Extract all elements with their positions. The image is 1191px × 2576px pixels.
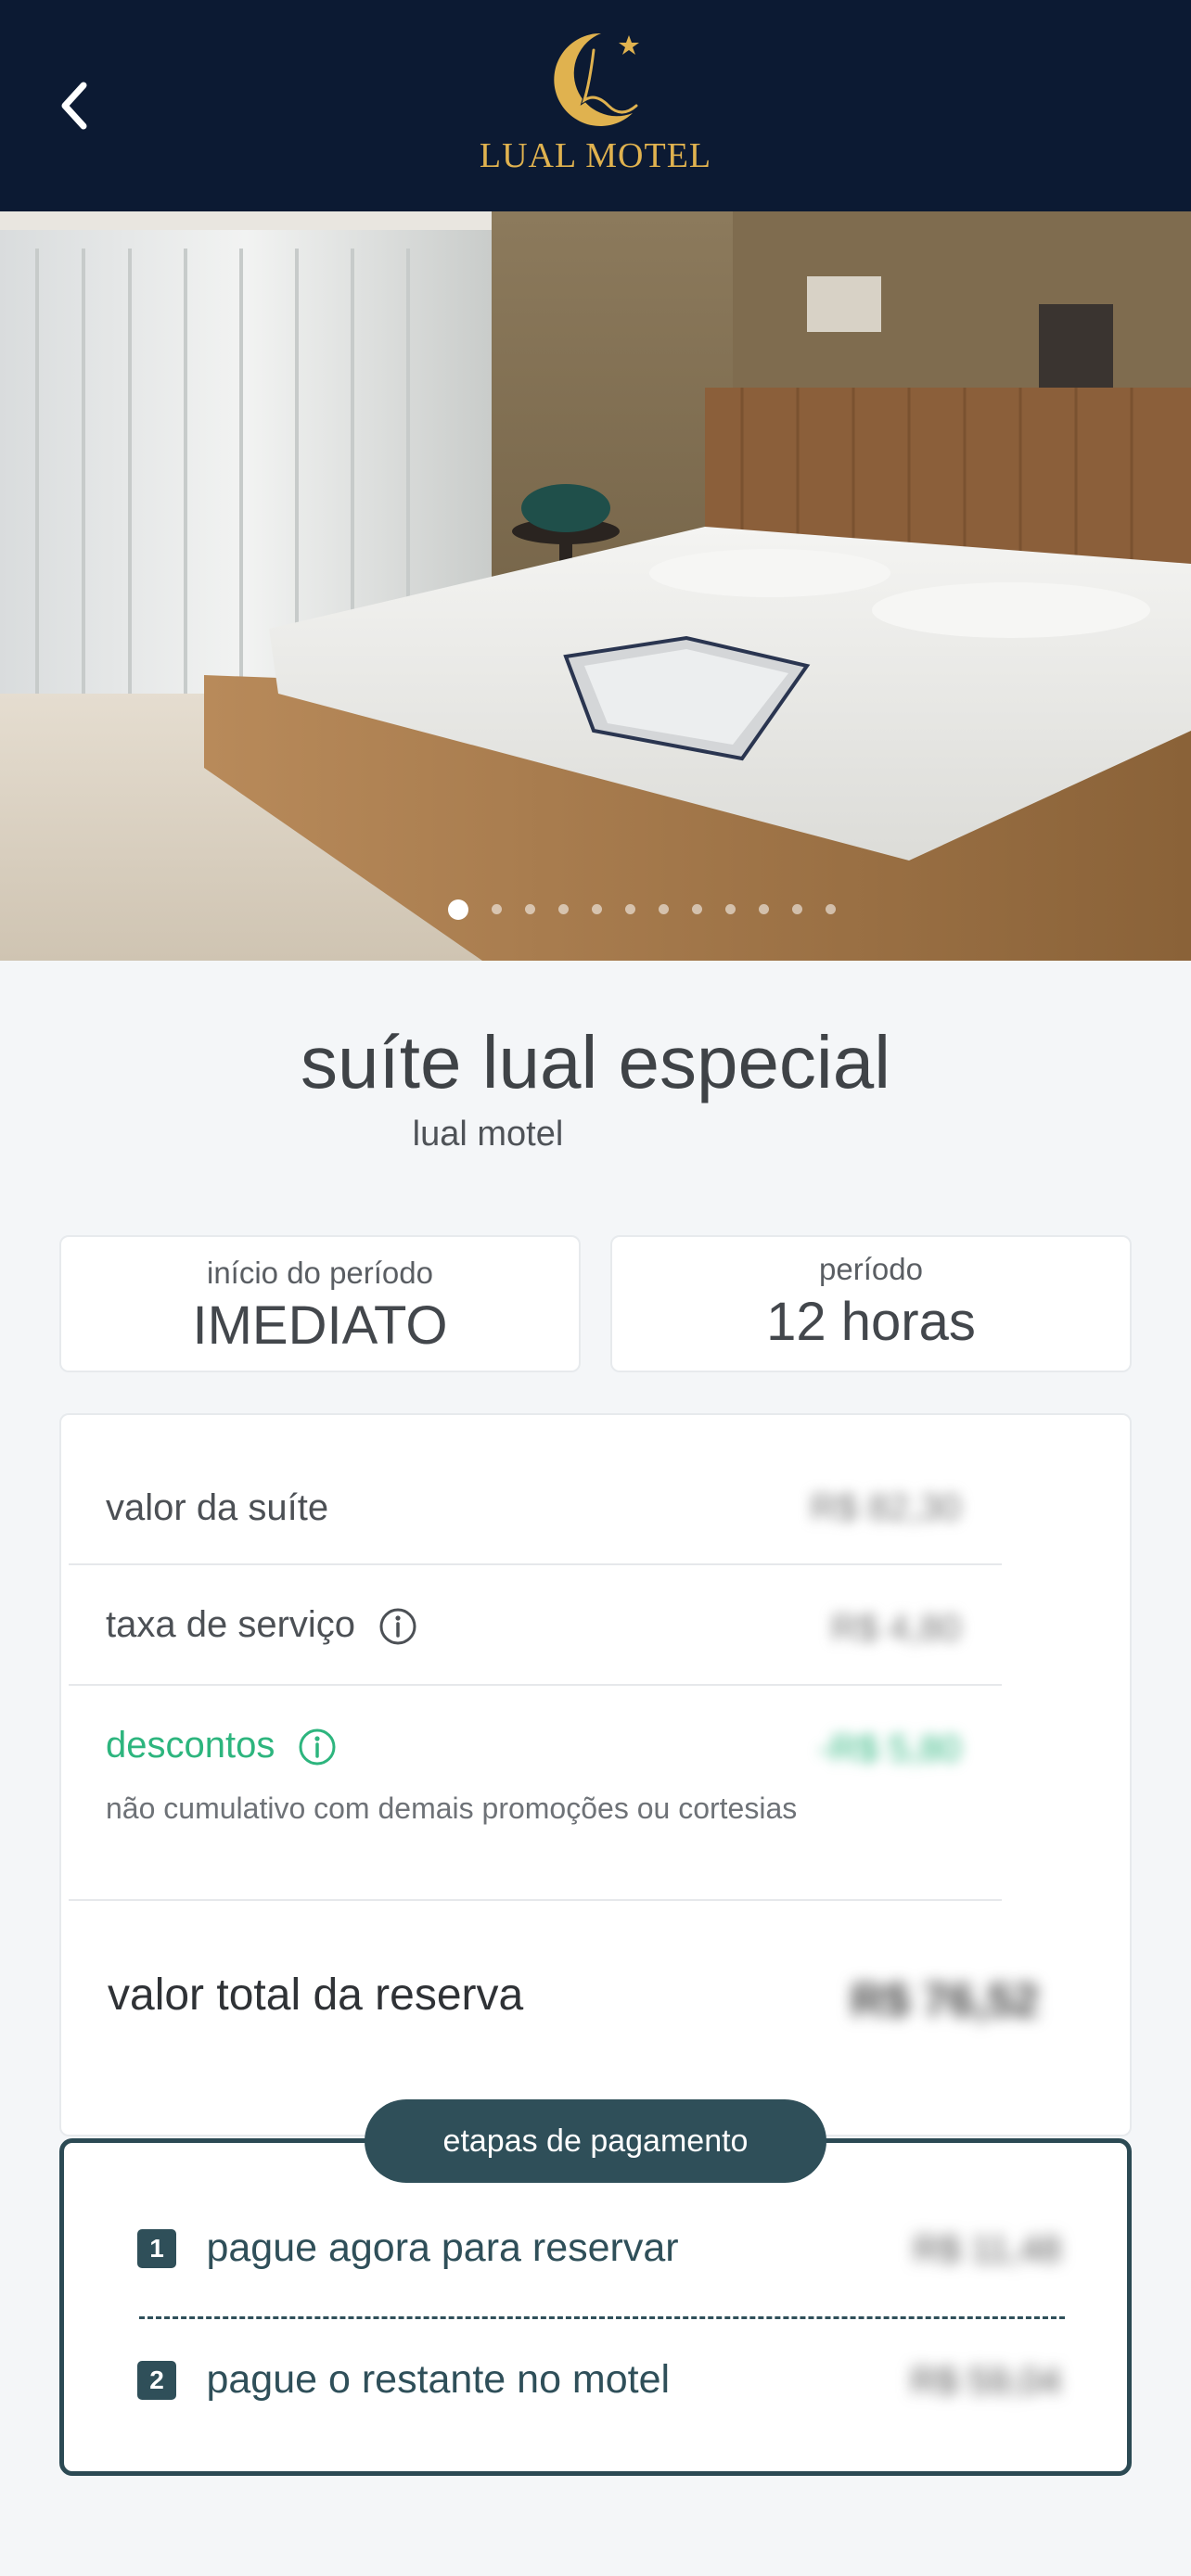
discount-label: descontos [106,1725,337,1766]
discount-text: descontos [106,1725,275,1766]
discount-row: descontos -R$ 5,80 não cumulativo com de… [69,1686,1002,1901]
total-value: R$ 76,52 [851,1974,1039,2026]
logo-text: LUAL MOTEL [479,136,712,175]
period-duration-label: período [819,1252,923,1286]
suite-title: suíte lual especial [301,1021,890,1103]
gallery-dot[interactable] [492,904,502,914]
moon-star-logo-icon [554,32,639,126]
suite-price-label: valor da suíte [106,1487,329,1528]
step-1-label: pague agora para reservar [206,2225,679,2270]
period-start-box: início do período IMEDIATO [59,1235,581,1372]
gallery-dot-active[interactable] [448,899,468,920]
suite-price-row: valor da suíte R$ 82,30 [69,1465,1002,1565]
payment-step-2: 2 pague o restante no motel [137,2357,670,2403]
service-fee-text: taxa de serviço [106,1604,356,1645]
gallery-dot[interactable] [592,904,602,914]
payment-steps-title: etapas de pagamento [365,2099,826,2183]
step-2-badge: 2 [137,2360,176,2400]
gallery-dot[interactable] [792,904,802,914]
app-header: LUAL MOTEL [0,0,1191,211]
payment-steps-box [59,2138,1132,2476]
step-1-badge: 1 [137,2228,176,2268]
steps-divider [139,2316,1065,2319]
service-fee-label: taxa de serviço [106,1604,417,1646]
gallery-dot[interactable] [692,904,702,914]
suite-photo [0,211,1191,961]
service-fee-value: R$ 4,80 [830,1608,961,1649]
step-1-value: R$ 11,48 [913,2229,1061,2270]
suite-price-value: R$ 82,30 [810,1487,961,1528]
gallery-dot[interactable] [759,904,769,914]
gallery-dot[interactable] [826,904,836,914]
step-2-label: pague o restante no motel [206,2357,671,2402]
chevron-left-icon [61,82,87,130]
discount-value: -R$ 5,80 [818,1728,961,1769]
step-2-value: R$ 59,04 [910,2361,1061,2402]
logo: LUAL MOTEL [475,26,716,185]
suite-photo-gallery[interactable] [0,211,1191,961]
period-duration-box: período 12 horas [610,1235,1132,1372]
gallery-dot[interactable] [725,904,736,914]
payment-step-1: 1 pague agora para reservar [137,2225,679,2271]
service-fee-row: taxa de serviço R$ 4,80 [69,1565,1002,1686]
gallery-dot[interactable] [625,904,635,914]
total-label: valor total da reserva [108,1970,524,2020]
gallery-pagination [0,899,1191,920]
info-icon[interactable] [378,1607,417,1646]
info-icon[interactable] [298,1728,337,1766]
motel-name: lual motel [412,1115,564,1154]
gallery-dot[interactable] [558,904,569,914]
gallery-dot[interactable] [525,904,535,914]
discount-note: não cumulativo com demais promoções ou c… [106,1792,798,1825]
period-start-value: IMEDIATO [192,1295,448,1356]
period-start-label: início do período [206,1256,433,1290]
period-duration-value: 12 horas [766,1292,976,1352]
back-button[interactable] [48,72,104,139]
gallery-dot[interactable] [659,904,669,914]
